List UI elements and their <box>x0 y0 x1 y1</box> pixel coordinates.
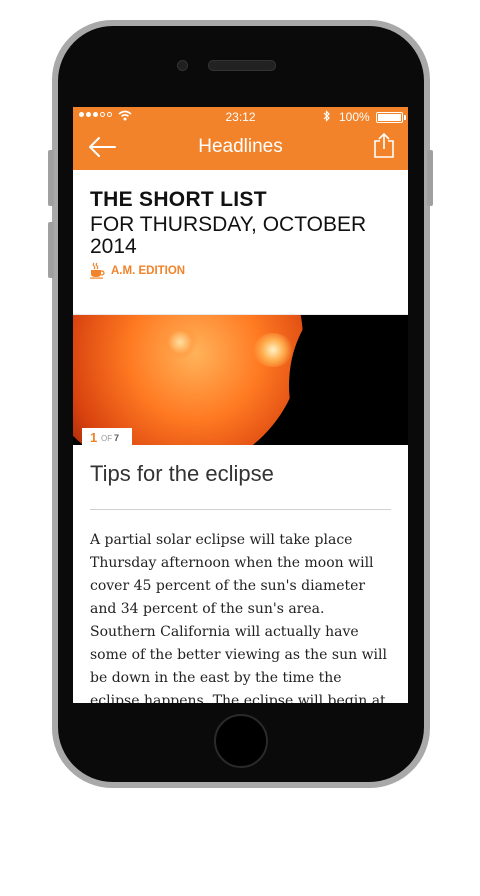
article-body: A partial solar eclipse will take place … <box>90 532 387 703</box>
volume-up-button <box>48 150 54 206</box>
pager-current: 1 <box>90 430 98 445</box>
camera <box>177 60 188 71</box>
sun-flare <box>253 333 293 367</box>
nav-bar: 23:12 100% Headlines <box>73 107 408 170</box>
divider <box>90 509 391 510</box>
hero-image-sun-eclipse[interactable]: 1 OF 7 <box>73 315 408 445</box>
power-button <box>427 150 433 206</box>
battery-percent: 100% <box>339 110 370 124</box>
app-screen: 23:12 100% Headlines THE SHORT LIST FOR … <box>73 107 408 703</box>
volume-down-button <box>48 222 54 278</box>
pager-total: 7 <box>114 433 120 443</box>
status-bar: 23:12 100% <box>73 107 408 127</box>
short-list-date: FOR THURSDAY, OCTOBER 2014 <box>90 213 367 258</box>
article-title: Tips for the eclipse <box>90 461 274 486</box>
short-list-header: THE SHORT LIST FOR THURSDAY, OCTOBER 201… <box>73 170 408 314</box>
article-card: Tips for the eclipse A partial solar ecl… <box>73 445 408 703</box>
pager-of: OF <box>101 434 113 443</box>
short-list-title: THE SHORT LIST <box>90 188 267 211</box>
share-icon[interactable] <box>372 132 396 158</box>
moon-shadow <box>289 315 408 445</box>
edition-text: A.M. EDITION <box>111 264 186 277</box>
sun-flare <box>163 325 197 359</box>
page-title: Headlines <box>198 136 283 157</box>
bluetooth-icon <box>323 110 330 122</box>
speaker <box>208 60 276 71</box>
slide-pager: 1 OF 7 <box>82 428 132 445</box>
coffee-cup-icon <box>90 262 105 279</box>
battery-icon <box>376 112 406 123</box>
home-button[interactable] <box>214 714 268 768</box>
edition-label: A.M. EDITION <box>89 262 185 279</box>
